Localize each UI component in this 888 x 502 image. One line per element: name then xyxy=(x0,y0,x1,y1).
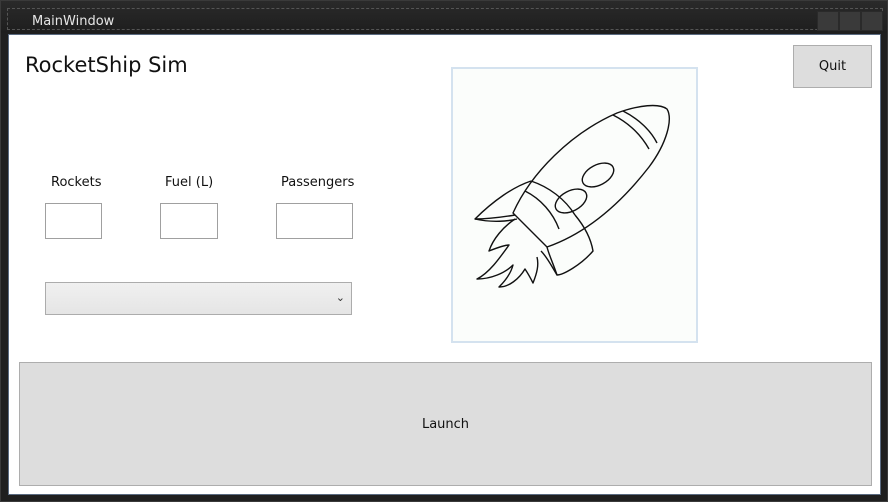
quit-button[interactable]: Quit xyxy=(793,45,872,88)
app-title: RocketShip Sim xyxy=(25,53,188,77)
fuel-label: Fuel (L) xyxy=(165,175,214,190)
passengers-label: Passengers xyxy=(281,175,355,190)
rockets-label: Rockets xyxy=(51,175,102,190)
minimize-button[interactable] xyxy=(817,11,839,31)
chevron-down-icon: ⌄ xyxy=(335,291,345,304)
maximize-button[interactable] xyxy=(839,11,861,31)
rocket-icon xyxy=(474,104,670,288)
client-area: RocketShip Sim Rockets Fuel (L) Passenge… xyxy=(8,34,881,495)
passengers-input[interactable] xyxy=(276,203,353,239)
launch-button[interactable]: Launch xyxy=(19,362,872,486)
title-bar[interactable]: MainWindow xyxy=(1,1,887,33)
rocket-image xyxy=(451,67,698,343)
rocket-type-dropdown[interactable]: ⌄ xyxy=(45,282,352,315)
close-button[interactable] xyxy=(861,11,883,31)
title-bar-frame xyxy=(7,8,883,30)
main-window: MainWindow RocketShip Sim Rockets Fuel (… xyxy=(0,0,888,502)
window-title: MainWindow xyxy=(32,14,115,29)
fuel-input[interactable] xyxy=(160,203,218,239)
rockets-input[interactable] xyxy=(45,203,102,239)
